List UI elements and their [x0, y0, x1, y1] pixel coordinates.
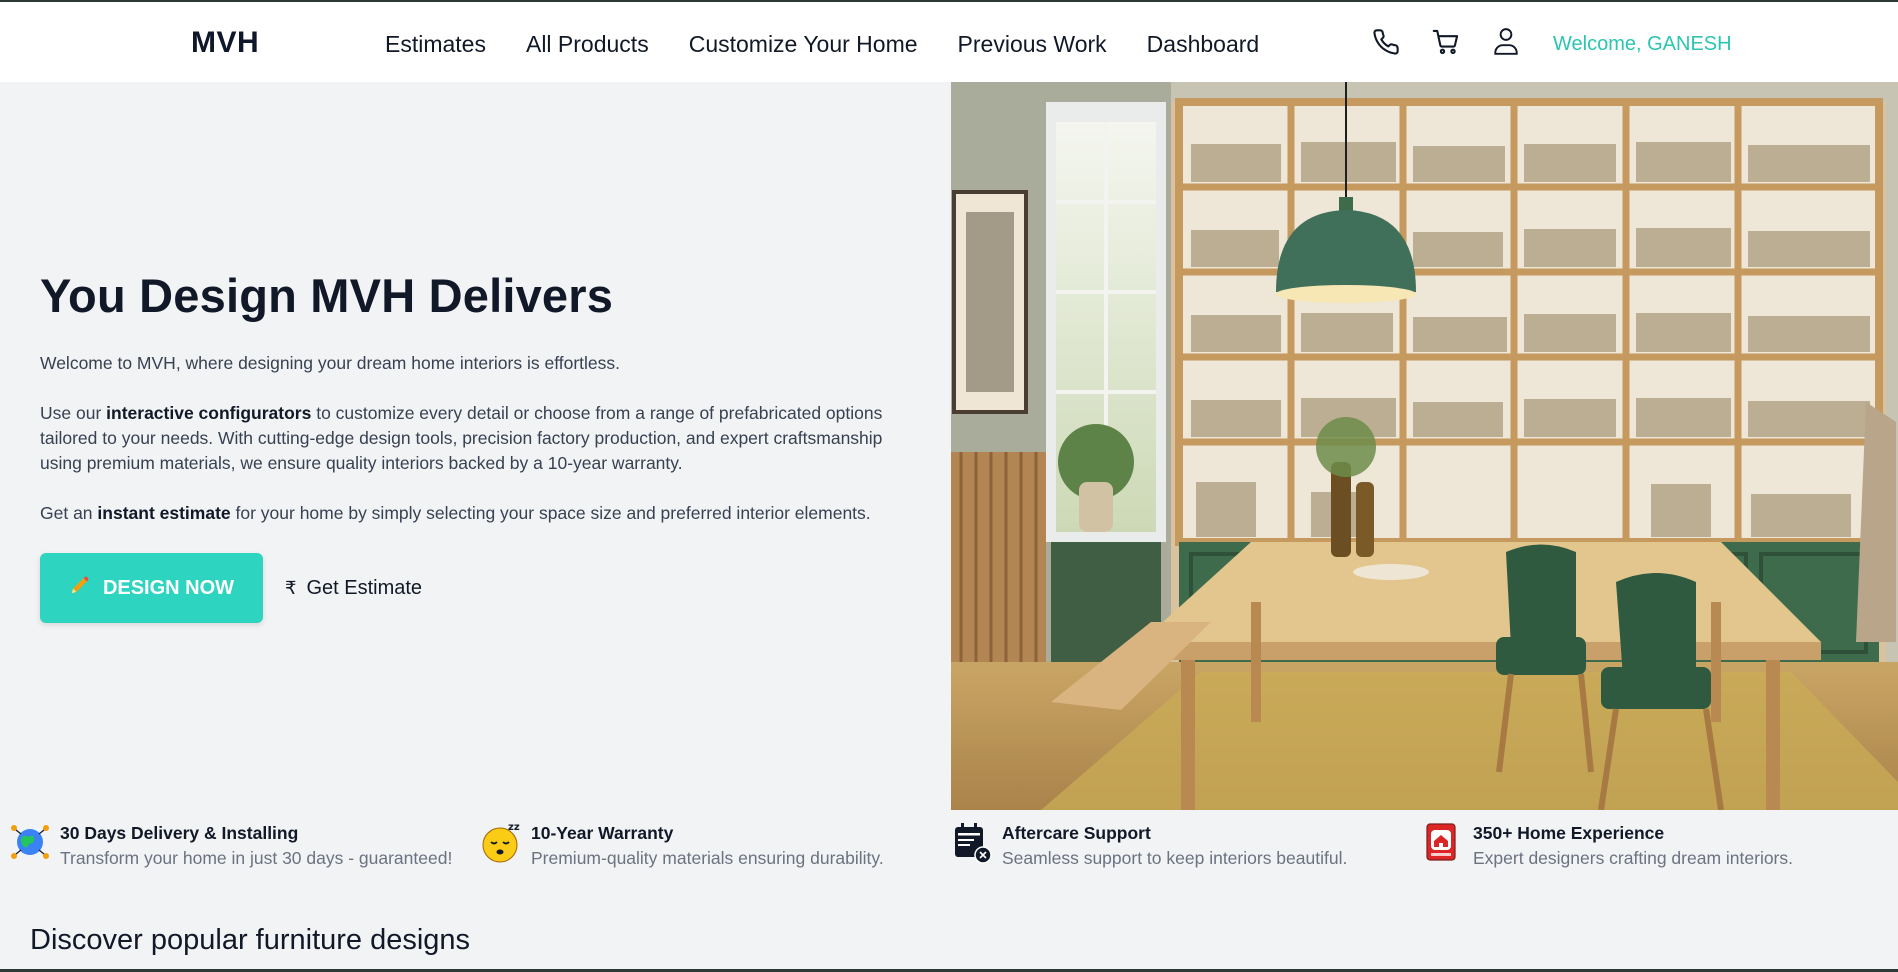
feature-description: Premium-quality materials ensuring durab…	[531, 848, 884, 868]
features-row: 30 Days Delivery & Installing Transform …	[0, 820, 1898, 869]
design-now-label: DESIGN NOW	[102, 576, 235, 599]
get-estimate-label: Get Estimate	[306, 576, 423, 599]
feature-description: Seamless support to keep interiors beaut…	[1002, 848, 1348, 868]
feature-warranty: zz 10-Year Warranty Premium-quality mate…	[471, 820, 942, 869]
hero-estimate-text: Get an instant estimate for your home by…	[40, 503, 871, 523]
nav-estimates[interactable]: Estimates	[385, 31, 486, 58]
cart-icon[interactable]	[1432, 26, 1460, 58]
globe-delivery-icon	[10, 820, 50, 864]
feature-title: 30 Days Delivery & Installing	[60, 823, 299, 843]
feature-description: Transform your home in just 30 days - gu…	[60, 848, 453, 868]
section-title: Discover popular furniture designs	[30, 924, 471, 956]
feature-experience: 350+ Home Experience Expert designers cr…	[1413, 820, 1884, 869]
hero-cta: DESIGN NOW ₹ Get Estimate	[40, 553, 422, 623]
svg-text:zz: zz	[508, 822, 520, 833]
nav-all-products[interactable]: All Products	[526, 31, 649, 58]
logo[interactable]: MVH	[191, 26, 259, 60]
feature-title: 350+ Home Experience	[1473, 823, 1665, 843]
nav-customize-your-home[interactable]: Customize Your Home	[689, 31, 918, 58]
feature-description: Expert designers crafting dream interior…	[1473, 848, 1793, 868]
phone-icon[interactable]	[1372, 26, 1400, 58]
feature-title: Aftercare Support	[1002, 823, 1151, 843]
header-actions	[1372, 26, 1520, 58]
feature-title: 10-Year Warranty	[531, 823, 674, 843]
sleeping-face-icon: zz	[481, 820, 521, 864]
configurators-highlight: interactive configurators	[106, 403, 312, 423]
hero-intro: Welcome to MVH, where designing your dre…	[40, 353, 621, 373]
rupee-icon: ₹	[285, 577, 297, 598]
feature-aftercare: Aftercare Support Seamless support to ke…	[942, 820, 1413, 869]
pencil-icon	[69, 574, 91, 602]
dining-room-illustration	[951, 82, 1898, 810]
design-now-button[interactable]: DESIGN NOW	[40, 553, 263, 623]
main-nav: Estimates All Products Customize Your Ho…	[385, 31, 1259, 58]
nav-dashboard[interactable]: Dashboard	[1147, 31, 1260, 58]
welcome-user[interactable]: Welcome, GANESH	[1553, 33, 1732, 56]
hero-text: You Design MVH Delivers Welcome to MVH, …	[40, 268, 920, 551]
feature-delivery: 30 Days Delivery & Installing Transform …	[0, 820, 471, 869]
hero-image	[951, 82, 1898, 810]
get-estimate-button[interactable]: ₹ Get Estimate	[285, 577, 422, 600]
site-header: MVH Estimates All Products Customize You…	[0, 2, 1898, 82]
estimate-highlight: instant estimate	[97, 503, 231, 523]
hero-configurators-text: Use our interactive configurators to cus…	[40, 403, 883, 473]
user-icon[interactable]	[1492, 26, 1520, 58]
nav-previous-work[interactable]: Previous Work	[958, 31, 1107, 58]
hero-title: You Design MVH Delivers	[40, 269, 614, 322]
calendar-support-icon	[952, 820, 992, 864]
home-book-icon	[1423, 820, 1463, 864]
